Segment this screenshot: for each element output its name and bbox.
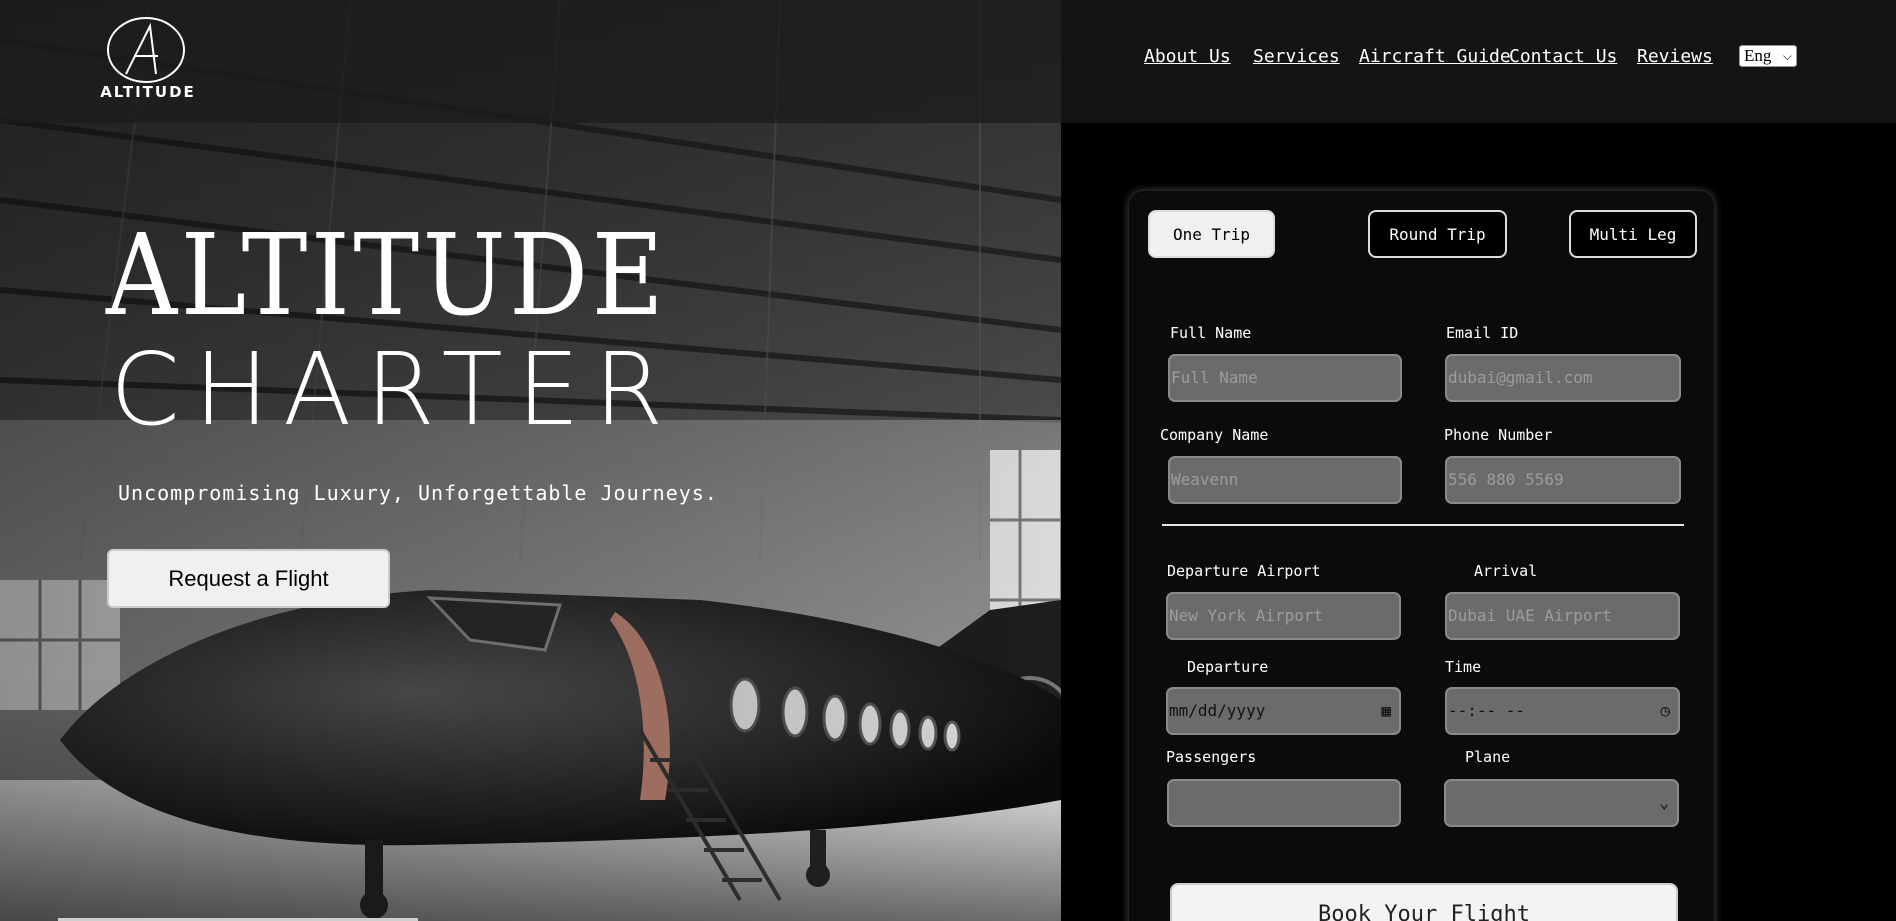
- passengers-label: Passengers: [1166, 748, 1257, 766]
- tab-round-trip[interactable]: Round Trip: [1368, 210, 1507, 258]
- logo-mark-icon: [107, 17, 185, 83]
- calendar-icon[interactable]: ▦: [1381, 689, 1391, 733]
- language-value: Eng: [1744, 46, 1772, 65]
- form-divider: [1162, 524, 1684, 526]
- full-name-label: Full Name: [1170, 324, 1252, 342]
- nav-contact-us[interactable]: Contact Us: [1509, 46, 1617, 67]
- brand-name: ALTITUDE: [100, 83, 196, 101]
- time-input[interactable]: --:-- -- ◷: [1445, 687, 1680, 735]
- hero-tagline: Uncompromising Luxury, Unforgettable Jou…: [118, 481, 718, 505]
- departure-airport-label: Departure Airport: [1167, 562, 1321, 580]
- chevron-down-icon: ⌵: [1782, 49, 1792, 63]
- nav-aircraft-guide[interactable]: Aircraft Guide: [1359, 46, 1511, 67]
- time-placeholder: --:-- --: [1448, 701, 1526, 720]
- date-placeholder: mm/dd/yyyy: [1169, 701, 1266, 720]
- request-flight-button[interactable]: Request a Flight: [107, 549, 390, 608]
- phone-label: Phone Number: [1444, 426, 1553, 444]
- departure-date-input[interactable]: mm/dd/yyyy ▦: [1166, 687, 1401, 735]
- nav-about-us[interactable]: About Us: [1144, 46, 1231, 67]
- nav-services[interactable]: Services: [1253, 46, 1340, 67]
- brand-logo[interactable]: ALTITUDE: [96, 16, 200, 102]
- nav-reviews[interactable]: Reviews: [1637, 46, 1713, 67]
- arrival-label: Arrival: [1474, 562, 1538, 580]
- tab-multi-leg[interactable]: Multi Leg: [1569, 210, 1697, 258]
- book-flight-button[interactable]: Book Your Flight: [1170, 883, 1678, 921]
- tab-one-trip[interactable]: One Trip: [1148, 210, 1275, 258]
- company-name-input[interactable]: Weavenn: [1168, 456, 1402, 504]
- hero-title-line2: CHARTER: [110, 331, 678, 448]
- email-label: Email ID: [1446, 324, 1519, 342]
- departure-date-label: Departure: [1187, 658, 1269, 676]
- arrival-input[interactable]: Dubai UAE Airport: [1445, 592, 1680, 640]
- plane-label: Plane: [1465, 748, 1511, 766]
- clock-icon[interactable]: ◷: [1660, 689, 1670, 733]
- passengers-input[interactable]: [1167, 779, 1401, 827]
- phone-input[interactable]: 556 880 5569: [1445, 456, 1681, 504]
- hero-background-image: [0, 0, 1061, 921]
- time-label: Time: [1445, 658, 1482, 676]
- email-input[interactable]: dubai@gmail.com: [1445, 354, 1681, 402]
- chevron-down-icon: ⌄: [1659, 793, 1669, 812]
- departure-airport-input[interactable]: New York Airport: [1166, 592, 1401, 640]
- full-name-input[interactable]: Full Name: [1168, 354, 1402, 402]
- language-select[interactable]: Eng ⌵: [1739, 45, 1797, 67]
- plane-select[interactable]: ⌄: [1444, 779, 1679, 827]
- hero-title-line1: ALTITUDE: [106, 211, 668, 341]
- company-name-label: Company Name: [1160, 426, 1269, 444]
